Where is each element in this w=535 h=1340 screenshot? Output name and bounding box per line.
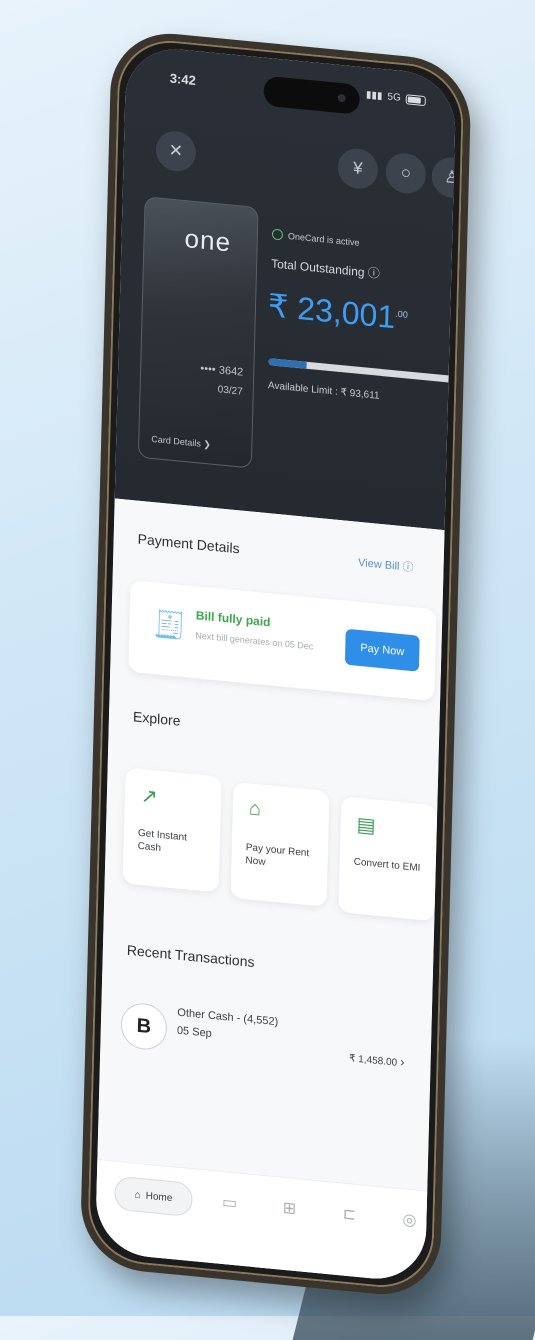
user-icon: ♙: [443, 166, 457, 188]
emi-icon: ▤: [356, 813, 376, 838]
card-status-text: OneCard is active: [287, 230, 360, 248]
home-icon: ⌂: [134, 1189, 141, 1201]
dynamic-island: [263, 75, 361, 115]
help-button[interactable]: ○: [385, 151, 427, 196]
offers-icon[interactable]: ⊏: [336, 1203, 363, 1231]
nav-home-label: Home: [145, 1190, 173, 1204]
card-expiry: 03/27: [217, 384, 243, 398]
nav-home[interactable]: ⌂ Home: [114, 1175, 193, 1218]
explore-tile-label: Convert to EMI: [353, 856, 421, 874]
explore-tile-emi[interactable]: ▤ Convert to EMI: [338, 796, 438, 922]
bills-icon: ⌂: [248, 797, 262, 821]
card-status: OneCard is active: [271, 228, 360, 248]
pay-now-button[interactable]: Pay Now: [344, 628, 420, 672]
app-screen: 3:42 ▮▮▮ 5G ✕ ¥ ○ ♙ one •••• 3642 03/27 …: [94, 44, 457, 1284]
side-button: [432, 1236, 440, 1277]
card-icon[interactable]: ▭: [216, 1191, 243, 1219]
phone-frame: 3:42 ▮▮▮ 5G ✕ ¥ ○ ♙ one •••• 3642 03/27 …: [79, 28, 472, 1300]
explore-tile-cash[interactable]: ↗ Get Instant Cash: [122, 767, 222, 893]
credit-card[interactable]: one •••• 3642 03/27 Card Details ❯: [137, 196, 259, 469]
currency-button[interactable]: ¥: [337, 146, 379, 191]
transaction-date: 05 Sep: [176, 1024, 212, 1040]
close-button[interactable]: ✕: [155, 129, 197, 174]
payment-details-title: Payment Details: [137, 530, 240, 557]
transaction-amount: ₹ 1,458.00 ›: [349, 1049, 405, 1069]
card-details-link[interactable]: Card Details ❯: [151, 434, 211, 451]
explore-title: Explore: [132, 708, 181, 729]
lock-icon: [271, 228, 284, 241]
main-content: Payment Details View Bill ⓘ 🧾 Bill fully…: [94, 498, 445, 1284]
camera-icon: [337, 93, 346, 103]
transaction-name: Other Cash - (4,552): [177, 1006, 279, 1029]
view-bill-link[interactable]: View Bill ⓘ: [358, 554, 414, 575]
close-icon: ✕: [168, 140, 184, 161]
payment-card: 🧾 Bill fully paid Next bill generates on…: [128, 579, 437, 702]
chevron-right-icon: ›: [400, 1054, 405, 1070]
limit-progress-fill: [268, 358, 307, 369]
status-time: 3:42: [169, 70, 197, 89]
cash-icon: ↗: [140, 785, 159, 809]
outstanding-label: Total Outstanding ⓘ: [271, 256, 381, 281]
status-bar: 3:42 ▮▮▮ 5G: [125, 58, 456, 124]
card-logo: one: [184, 223, 232, 258]
explore-tile-bills[interactable]: ⌂ Pay your Rent Now: [230, 781, 330, 907]
status-icons: ▮▮▮ 5G: [366, 89, 426, 106]
header-row: ✕ ¥ ○ ♙: [123, 126, 457, 200]
card-number: •••• 3642: [200, 362, 244, 379]
account-summary: 3:42 ▮▮▮ 5G ✕ ¥ ○ ♙ one •••• 3642 03/27 …: [114, 44, 457, 531]
network-label: 5G: [387, 91, 401, 104]
phone-device: 3:42 ▮▮▮ 5G ✕ ¥ ○ ♙ one •••• 3642 03/27 …: [79, 28, 472, 1300]
help-icon: ○: [400, 162, 412, 183]
available-limit: Available Limit : ₹ 93,611: [267, 380, 380, 402]
explore-tile-label: Pay your Rent Now: [245, 842, 310, 869]
transaction-row[interactable]: B Other Cash - (4,552) 05 Sep ₹ 1,458.00…: [112, 991, 420, 1090]
battery-icon: [405, 93, 426, 106]
explore-tile-label: Get Instant Cash: [137, 827, 188, 854]
signal-icon: ▮▮▮: [365, 89, 383, 102]
payment-status: Bill fully paid: [195, 608, 271, 630]
outstanding-amount-decimal: .00: [395, 308, 408, 320]
transaction-amount-value: ₹ 1,458.00: [348, 1053, 398, 1069]
profile-icon[interactable]: ◎: [396, 1209, 423, 1237]
user-button[interactable]: ♙: [431, 155, 457, 200]
recent-transactions-title: Recent Transactions: [126, 941, 255, 970]
outstanding-amount-value: ₹ 23,001: [267, 287, 396, 336]
currency-icon: ¥: [352, 158, 363, 179]
payment-status-sub: Next bill generates on 05 Dec: [195, 630, 314, 652]
outstanding-amount: ₹ 23,001.00: [268, 286, 409, 337]
limit-progress-bar: [268, 358, 457, 384]
bill-icon: 🧾: [153, 608, 187, 642]
bottom-nav: ⌂ Home ▭ ⊞ ⊏ ◎: [94, 1158, 428, 1284]
b-logo-icon: B: [120, 1001, 168, 1052]
rewards-icon[interactable]: ⊞: [276, 1197, 303, 1225]
